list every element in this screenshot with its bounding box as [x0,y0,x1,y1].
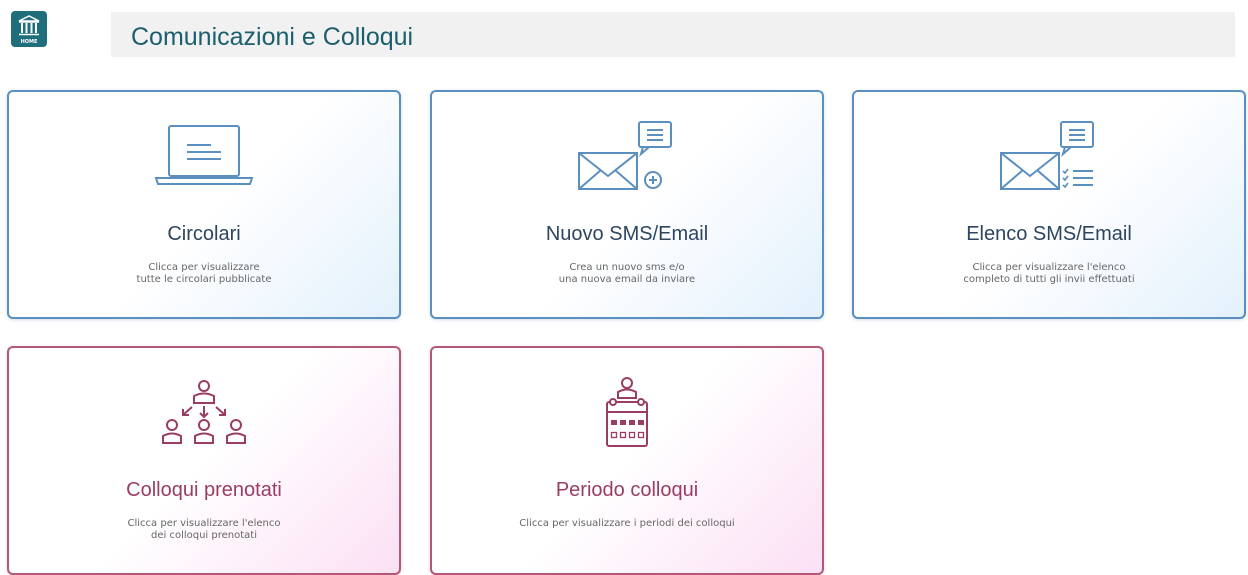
title-bar: Comunicazioni e Colloqui [111,12,1235,57]
card-title: Nuovo SMS/Email [545,223,709,245]
person-calendar-icon [606,377,648,447]
card-nuovo-sms-email[interactable]: Nuovo SMS/Email Crea un nuovo sms e/o un… [430,90,824,319]
home-label: HOME [20,39,38,45]
card-periodo-colloqui[interactable]: Periodo colloqui Clicca per visualizzare… [430,346,824,575]
laptop-icon [154,125,254,185]
bank-icon [18,15,40,36]
card-title: Colloqui prenotati [126,479,282,501]
people-hierarchy-icon [162,380,246,444]
page-title: Comunicazioni e Colloqui [131,23,414,51]
card-title: Periodo colloqui [555,479,699,501]
card-colloqui-prenotati[interactable]: Colloqui prenotati Clicca per visualizza… [7,346,401,575]
card-description: Clicca per visualizzare l'elenco complet… [963,262,1135,285]
card-description: Crea un nuovo sms e/o una nuova email da… [558,262,696,285]
card-elenco-sms-email[interactable]: Elenco SMS/Email Clicca per visualizzare… [852,90,1246,319]
home-button[interactable]: HOME [11,11,47,47]
card-title: Elenco SMS/Email [966,223,1132,245]
envelope-plus-icon [578,121,672,190]
envelope-list-icon [1000,121,1094,190]
card-description: Clicca per visualizzare tutte le circola… [136,262,272,285]
card-circolari[interactable]: Circolari Clicca per visualizzare tutte … [7,90,401,319]
card-description: Clicca per visualizzare i periodi dei co… [519,518,735,529]
card-title: Circolari [167,223,241,245]
card-description: Clicca per visualizzare l'elenco dei col… [127,518,281,541]
